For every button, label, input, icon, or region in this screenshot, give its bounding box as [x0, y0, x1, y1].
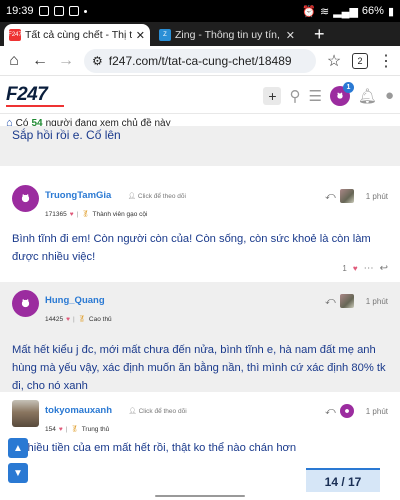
user-rank: Thành viên gạo cội [92, 210, 148, 218]
logo-underline [6, 105, 64, 107]
post-body: Mất hết kiểu j đc, mới mất chưa đến nửa,… [12, 344, 386, 393]
battery-level: 66% [361, 5, 384, 17]
wifi-icon: ≋ [319, 5, 330, 18]
tab-switcher-button[interactable]: 2 [352, 52, 368, 69]
hamburger-icon[interactable]: ☰ [308, 87, 321, 105]
site-header: F247 + ⚲ ☰ ✕ 1 🔔︎ ● [0, 78, 400, 114]
system-navigation-bar [0, 492, 400, 500]
divider: | [76, 210, 79, 218]
tab-f247[interactable]: F247 Tất cả cùng chết - Thị trườ ✕ [4, 24, 150, 46]
post-time[interactable]: 1 phút [366, 192, 388, 201]
bookmark-star-icon[interactable]: ☆ [326, 51, 342, 71]
medal-icon: 🏅︎ [81, 211, 90, 218]
heart-icon[interactable]: ♥ [353, 264, 358, 273]
post: ✕ TruongTamGia 👤︎ Click để theo dõi 1713… [0, 177, 400, 287]
reply-icon[interactable]: ⤺ [325, 296, 336, 307]
scroll-down-button[interactable]: ▼ [8, 463, 28, 483]
heart-icon: ♥ [66, 315, 70, 323]
user-avatar[interactable]: ✕ 1 [329, 81, 354, 106]
follow-button[interactable]: 👤︎ Click để theo dõi [128, 193, 186, 200]
back-icon[interactable]: ← [32, 52, 48, 70]
chat-icon[interactable]: ● [385, 87, 394, 104]
overflow-menu-icon[interactable]: ⋮ [378, 51, 394, 71]
site-info-icon[interactable]: ⚙ [92, 54, 103, 68]
status-bar: 19:39 ⏰ ≋ ▂▄▆ 66% ▮ [0, 0, 400, 22]
chevron-up-icon: ▲ [13, 442, 23, 454]
tab-title: Zing - Thông tin uy tín, hìn [175, 29, 282, 41]
divider: | [65, 425, 68, 433]
medal-icon: 🏅︎ [77, 316, 86, 323]
reply-icon[interactable]: ⤺ [325, 406, 336, 417]
user-stats: 154 ♥ | 🏅︎ Trung thủ [45, 425, 325, 434]
notification-dot-icon [83, 9, 87, 13]
divider: | [72, 315, 75, 323]
browser-tab-strip: F247 Tất cả cùng chết - Thị trườ ✕ Z Zin… [0, 22, 400, 46]
username[interactable]: Hung_Quang [45, 295, 105, 306]
reply-to-avatar[interactable] [339, 404, 354, 418]
heart-icon: ♥ [58, 425, 63, 433]
user-rank: Cao thủ [88, 315, 112, 323]
post: ✕ Hung_Quang 14425 ♥ | 🏅︎ Cao thủ ⤺ 1 ph… [0, 282, 400, 392]
user-avatar[interactable]: ✕ [12, 290, 39, 317]
user-avatar[interactable]: ✕ [12, 185, 39, 212]
post-time[interactable]: 1 phút [366, 407, 388, 416]
previous-post-fragment: Sắp hồi rồi e. Cố lên [0, 126, 400, 166]
add-button[interactable]: + [263, 86, 282, 105]
status-time: 19:39 [6, 5, 34, 17]
address-toolbar: ⌂ ← → ⚙ f247.com/t/tat-ca-cung-chet/1848… [0, 46, 400, 76]
forward-icon[interactable]: → [58, 52, 74, 70]
close-tab-icon[interactable]: ✕ [136, 29, 145, 42]
zing-favicon-icon: Z [159, 29, 171, 41]
post-time[interactable]: 1 phút [366, 297, 388, 306]
new-tab-button[interactable]: + [314, 24, 325, 45]
notification-badge: 1 [342, 81, 354, 93]
chevron-down-icon: ▼ [13, 467, 23, 479]
reply-icon[interactable]: ↩ [380, 263, 388, 274]
scroll-up-button[interactable]: ▲ [8, 438, 28, 458]
topic-progress[interactable]: 14 / 17 [306, 468, 380, 493]
post-body: Bình tĩnh đi em! Còn người còn của! Còn … [12, 233, 371, 264]
user-avatar[interactable] [12, 400, 39, 427]
reply-to-avatar[interactable] [339, 294, 354, 308]
signal-icon: ▂▄▆ [333, 5, 358, 18]
user-stats: 14425 ♥ | 🏅︎ Cao thủ [45, 315, 325, 324]
person-icon: 👤︎ [128, 408, 137, 415]
tab-zing[interactable]: Z Zing - Thông tin uy tín, hìn ✕ [154, 24, 300, 46]
f247-favicon-icon: F247 [8, 29, 22, 41]
post: tokyomauxanh 👤︎ Click để theo dõi 154 ♥ … [0, 392, 400, 468]
user-stats: 171365 ♥ | 🏅︎ Thành viên gạo cội [45, 210, 325, 219]
post-actions: 1 ♥ ⋯ ↩ [342, 263, 388, 274]
battery-icon: ▮ [387, 5, 394, 18]
post-body: ế nhiều tiền của em mất hết rồi, thật ko… [12, 442, 297, 454]
username[interactable]: TruongTamGia [45, 190, 111, 201]
user-score: 14425 [45, 315, 64, 323]
follow-button[interactable]: 👤︎ Click để theo dõi [129, 408, 187, 415]
like-count: 1 [342, 264, 347, 273]
heart-icon: ♥ [69, 210, 74, 218]
close-tab-icon[interactable]: ✕ [286, 29, 295, 42]
user-score: 171365 [45, 210, 67, 218]
reply-icon[interactable]: ⤺ [325, 191, 336, 202]
site-logo[interactable]: F247 [6, 84, 64, 107]
gallery-icon [68, 6, 79, 16]
alarm-icon: ⏰ [302, 5, 316, 18]
reply-to-avatar[interactable] [339, 189, 354, 203]
gesture-handle[interactable] [155, 495, 245, 497]
person-icon: 👤︎ [127, 193, 137, 200]
home-icon[interactable]: ⌂ [6, 52, 22, 70]
username[interactable]: tokyomauxanh [45, 405, 112, 416]
message-icon [38, 6, 49, 16]
messenger-icon [53, 6, 64, 16]
search-icon[interactable]: ⚲ [289, 87, 300, 105]
user-rank: Trung thủ [81, 425, 110, 433]
tab-title: Tất cả cùng chết - Thị trườ [25, 29, 132, 41]
medal-icon: 🏅︎ [70, 426, 79, 433]
post-body: Sắp hồi rồi e. Cố lên [12, 128, 121, 142]
url-text: f247.com/t/tat-ca-cung-chet/18489 [108, 53, 292, 68]
url-field[interactable]: ⚙ f247.com/t/tat-ca-cung-chet/18489 [84, 48, 316, 73]
bell-icon[interactable]: 🔔︎ [358, 87, 377, 105]
more-icon[interactable]: ⋯ [364, 263, 374, 274]
user-score: 154 [45, 425, 56, 433]
